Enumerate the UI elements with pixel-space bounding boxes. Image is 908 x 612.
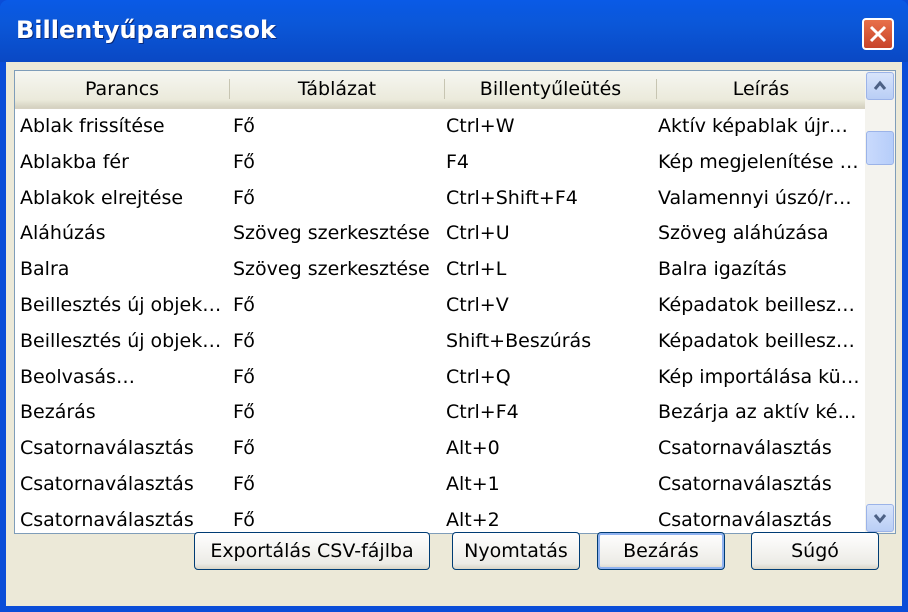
table-row[interactable]: Ablak frissítése Fő Ctrl+W Aktív képabla…: [15, 109, 865, 145]
table-row[interactable]: Ablakba fér Fő F4 Kép megjelenítése …: [15, 145, 865, 181]
cell-command: Csatornaválasztás: [20, 437, 194, 460]
cell-table: Fő: [233, 401, 255, 424]
scroll-thumb[interactable]: [866, 131, 894, 165]
cell-command: Csatornaválasztás: [20, 472, 194, 495]
vertical-scrollbar[interactable]: [865, 71, 895, 533]
cell-table: Fő: [233, 508, 255, 531]
print-button[interactable]: Nyomtatás: [452, 532, 580, 570]
list-header: Parancs Táblázat Billentyűleütés Leírás: [15, 71, 865, 109]
cell-table: Fő: [233, 437, 255, 460]
window-title: Billentyűparancsok: [16, 16, 276, 44]
table-row[interactable]: Bezárás Fő Ctrl+F4 Bezárja az aktív ké…: [15, 395, 865, 431]
cell-keystroke: Ctrl+L: [446, 258, 507, 281]
scroll-up-button[interactable]: [866, 72, 894, 100]
export-csv-button[interactable]: Exportálás CSV-fájlba: [194, 532, 430, 570]
table-row[interactable]: Csatornaválasztás Fő Alt+2 Csatornaválas…: [15, 503, 865, 533]
close-window-button[interactable]: [862, 18, 894, 50]
chevron-up-icon: [873, 80, 887, 90]
cell-description: Balra igazítás: [658, 258, 787, 281]
table-row[interactable]: Ablakok elrejtése Fő Ctrl+Shift+F4 Valam…: [15, 181, 865, 217]
close-button[interactable]: Bezárás: [597, 532, 725, 570]
cell-description: Képadatok beillesz…: [658, 293, 855, 316]
cell-table: Fő: [233, 150, 255, 173]
table-row[interactable]: Csatornaválasztás Fő Alt+1 Csatornaválas…: [15, 467, 865, 503]
cell-description: Bezárja az aktív ké…: [658, 401, 857, 424]
cell-command: Ablakok elrejtése: [20, 186, 184, 209]
close-icon: [869, 25, 887, 43]
cell-command: Ablak frissítése: [20, 115, 165, 137]
cell-table: Fő: [233, 472, 255, 495]
cell-keystroke: Ctrl+Shift+F4: [446, 186, 578, 209]
cell-command: Beillesztés új objek…: [20, 293, 222, 316]
cell-keystroke: Shift+Beszúrás: [446, 329, 592, 352]
dialog-client-area: Parancs Táblázat Billentyűleütés Leírás …: [6, 62, 902, 606]
cell-command: Beillesztés új objek…: [20, 329, 222, 352]
shortcuts-list[interactable]: Parancs Táblázat Billentyűleütés Leírás …: [14, 70, 896, 534]
help-button[interactable]: Súgó: [751, 532, 879, 570]
chevron-down-icon: [873, 514, 887, 524]
cell-table: Szöveg szerkesztése: [233, 222, 430, 245]
cell-keystroke: Alt+1: [446, 472, 500, 495]
cell-table: Fő: [233, 293, 255, 316]
cell-description: Kép megjelenítése …: [658, 150, 859, 173]
cell-keystroke: Alt+2: [446, 508, 500, 531]
cell-keystroke: Ctrl+Q: [446, 365, 511, 388]
cell-keystroke: Ctrl+U: [446, 222, 510, 245]
cell-table: Fő: [233, 186, 255, 209]
table-row[interactable]: Balra Szöveg szerkesztése Ctrl+L Balra i…: [15, 252, 865, 288]
cell-table: Szöveg szerkesztése: [233, 258, 430, 281]
cell-keystroke: Ctrl+F4: [446, 401, 519, 424]
cell-keystroke: Ctrl+V: [446, 293, 509, 316]
scroll-down-button[interactable]: [866, 504, 894, 532]
column-header-description[interactable]: Leírás: [657, 71, 865, 107]
cell-table: Fő: [233, 115, 255, 137]
cell-description: Képadatok beillesz…: [658, 329, 855, 352]
column-header-table[interactable]: Táblázat: [230, 71, 444, 107]
cell-keystroke: F4: [446, 150, 470, 173]
cell-keystroke: Ctrl+W: [446, 115, 515, 137]
table-row[interactable]: Aláhúzás Szöveg szerkesztése Ctrl+U Szöv…: [15, 216, 865, 252]
cell-command: Csatornaválasztás: [20, 508, 194, 531]
column-header-keystroke[interactable]: Billentyűleütés: [445, 71, 656, 107]
cell-command: Beolvasás…: [20, 365, 135, 388]
cell-description: Csatornaválasztás: [658, 472, 832, 495]
cell-table: Fő: [233, 329, 255, 352]
cell-description: Csatornaválasztás: [658, 508, 832, 531]
cell-keystroke: Alt+0: [446, 437, 500, 460]
table-row[interactable]: Beolvasás… Fő Ctrl+Q Kép importálása kü…: [15, 360, 865, 396]
column-header-command[interactable]: Parancs: [15, 71, 229, 107]
cell-command: Ablakba fér: [20, 150, 129, 173]
cell-description: Aktív képablak újr…: [658, 115, 848, 137]
cell-description: Csatornaválasztás: [658, 437, 832, 460]
cell-command: Bezárás: [20, 401, 96, 424]
list-rows: Ablak frissítése Fő Ctrl+W Aktív képabla…: [15, 109, 865, 533]
table-row[interactable]: Csatornaválasztás Fő Alt+0 Csatornaválas…: [15, 431, 865, 467]
cell-table: Fő: [233, 365, 255, 388]
cell-description: Szöveg aláhúzása: [658, 222, 829, 245]
cell-description: Valamennyi úszó/r…: [658, 186, 852, 209]
dialog-window: Billentyűparancsok Parancs Táblázat Bill…: [0, 0, 908, 612]
table-row[interactable]: Beillesztés új objek… Fő Ctrl+V Képadato…: [15, 288, 865, 324]
cell-description: Kép importálása kü…: [658, 365, 860, 388]
cell-command: Balra: [20, 258, 70, 281]
table-row[interactable]: Beillesztés új objek… Fő Shift+Beszúrás …: [15, 324, 865, 360]
title-bar[interactable]: Billentyűparancsok: [0, 0, 908, 62]
cell-command: Aláhúzás: [20, 222, 106, 245]
